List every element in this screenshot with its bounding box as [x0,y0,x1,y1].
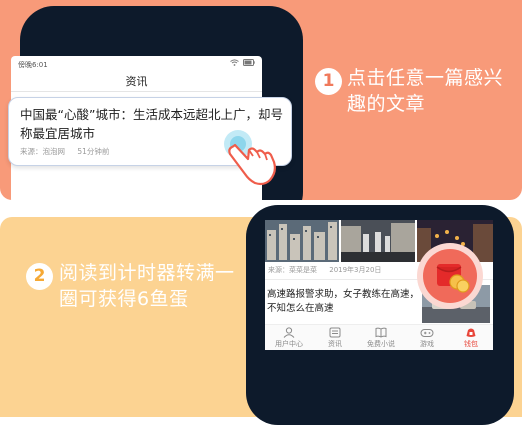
article-date-2: 2019年3月20日 [329,266,382,274]
tab-news[interactable]: 资讯 [313,327,357,349]
news-icon [329,327,341,338]
article-time: 51分钟前 [77,147,110,156]
step2-instruction: 阅读到计时器转满一圈可获得6鱼蛋 [59,262,235,310]
bottom-tab-bar: 用户中心 资讯 免费小说 游戏 钱包 [265,324,493,350]
tab-games[interactable]: 游戏 [405,327,449,349]
tab-user-center[interactable]: 用户中心 [267,327,311,349]
step1-panel: 傍晚6:01 资讯 中国最“心酸”城市：生活成本远超北上广，却号称最宜居城市 来… [0,0,522,200]
step2-badge: 2 [26,263,53,290]
article-meta-2: 来源：菜菜是菜 2019年3月20日 [268,265,391,275]
step1-badge: 1 [315,68,342,95]
divider [11,91,262,92]
gamepad-icon [420,329,434,337]
wallet-icon [466,328,476,337]
tap-hand-icon [224,130,276,186]
step1-instruction: 点击任意一篇感兴趣的文章 [347,67,504,115]
photo-street[interactable] [341,220,415,262]
status-time: 傍晚6:01 [18,61,48,69]
wifi-icon [230,59,240,66]
article-source-2: 来源：菜菜是菜 [268,266,317,274]
screen-title: 资讯 [125,75,148,88]
book-icon [375,327,387,338]
red-packet-icon [436,264,470,293]
article-meta: 来源：泡泡网 51分钟前 [20,146,119,157]
article-source: 来源：泡泡网 [20,147,65,156]
reading-timer[interactable] [417,243,483,309]
user-icon [283,327,295,338]
article-headline-2[interactable]: 高速路报警求助，女子教练在高速，不知怎么在高速 [267,288,419,316]
photo-city-aerial[interactable] [265,220,339,262]
tab-wallet[interactable]: 钱包 [449,327,493,349]
status-bar: 傍晚6:01 [11,56,262,72]
tab-free-novels[interactable]: 免费小说 [359,327,403,349]
battery-icon [243,59,255,66]
